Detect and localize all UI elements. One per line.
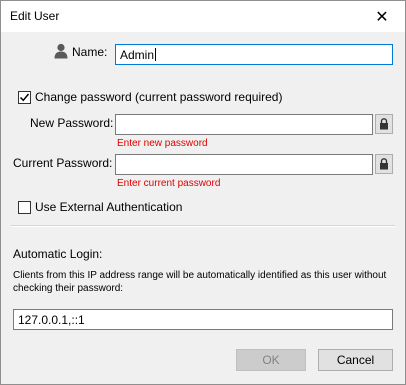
window-title: Edit User bbox=[10, 9, 60, 23]
close-icon: ✕ bbox=[375, 8, 389, 26]
edit-user-dialog: Edit User ✕ Name: Admin Change password … bbox=[0, 0, 406, 385]
lock-icon bbox=[380, 118, 388, 130]
current-password-error: Enter current password bbox=[117, 178, 221, 189]
new-password-error: Enter new password bbox=[117, 138, 208, 149]
current-password-field[interactable] bbox=[115, 154, 373, 175]
current-password-label: Current Password: bbox=[13, 156, 113, 170]
separator bbox=[11, 225, 395, 227]
external-auth-label[interactable]: Use External Authentication bbox=[35, 200, 182, 214]
close-button[interactable]: ✕ bbox=[359, 1, 405, 32]
ok-button[interactable]: OK bbox=[236, 349, 306, 371]
name-value: Admin bbox=[120, 47, 155, 62]
name-field[interactable]: Admin bbox=[115, 44, 393, 65]
change-password-label[interactable]: Change password (current password requir… bbox=[35, 90, 282, 104]
new-password-label: New Password: bbox=[30, 116, 114, 130]
auto-login-description: Clients from this IP address range will … bbox=[13, 270, 387, 294]
current-password-lock-button[interactable] bbox=[375, 154, 393, 174]
lock-icon bbox=[380, 158, 388, 170]
title-bar: Edit User ✕ bbox=[1, 1, 405, 32]
user-icon bbox=[54, 43, 68, 62]
cancel-button[interactable]: Cancel bbox=[318, 349, 393, 371]
new-password-field[interactable] bbox=[115, 114, 373, 135]
text-caret bbox=[155, 48, 157, 61]
checkmark-icon bbox=[19, 93, 30, 102]
external-auth-checkbox[interactable] bbox=[18, 201, 31, 214]
new-password-lock-button[interactable] bbox=[375, 114, 393, 134]
auto-login-ip-field[interactable]: 127.0.0.1,::1 bbox=[13, 309, 393, 330]
change-password-checkbox[interactable] bbox=[18, 91, 31, 104]
auto-login-ip-value: 127.0.0.1,::1 bbox=[18, 312, 85, 327]
auto-login-heading: Automatic Login: bbox=[13, 247, 103, 261]
name-label: Name: bbox=[72, 45, 108, 59]
